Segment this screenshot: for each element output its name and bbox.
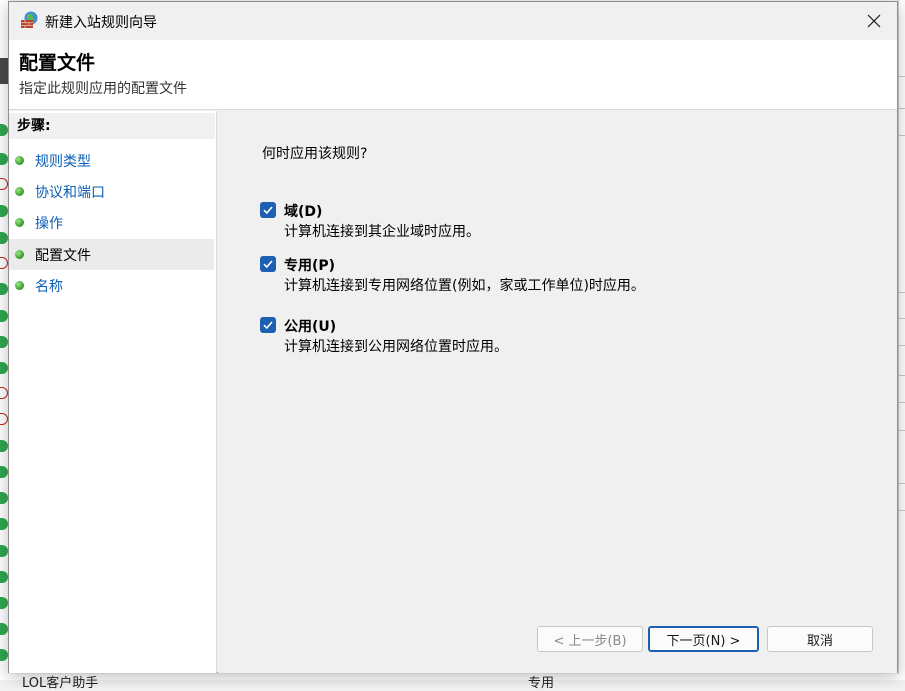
step-complete-icon [15, 218, 24, 227]
question-text: 何时应用该规则? [262, 146, 368, 162]
public-checkbox[interactable] [260, 317, 276, 333]
background-toolbar-strip [0, 58, 8, 84]
domain-checkbox[interactable] [260, 202, 276, 218]
close-button[interactable] [851, 2, 897, 40]
public-option-label[interactable]: 公用(U) [284, 316, 336, 336]
private-option-description: 计算机连接到专用网络位置(例如，家或工作单位)时应用。 [284, 278, 645, 294]
checkmark-icon [263, 206, 273, 215]
window-title: 新建入站规则向导 [45, 15, 157, 31]
step-action[interactable]: 操作 [9, 207, 214, 238]
step-complete-icon [15, 187, 24, 196]
domain-option-label[interactable]: 域(D) [284, 201, 322, 221]
step-profile[interactable]: 配置文件 [9, 239, 214, 270]
step-current-icon [15, 250, 24, 259]
background-list-item-profile: 专用 [528, 676, 555, 691]
step-protocol-and-ports[interactable]: 协议和端口 [9, 176, 214, 207]
step-label: 名称 [35, 279, 63, 295]
step-complete-icon [15, 156, 24, 165]
wizard-header: 配置文件 指定此规则应用的配置文件 [9, 40, 897, 110]
step-label: 配置文件 [35, 248, 91, 264]
wizard-content: 何时应用该规则? 域(D) 计算机连接到其企业域时应用。 专用(P) 计算机连接… [218, 111, 897, 673]
step-label: 操作 [35, 216, 63, 232]
step-label: 规则类型 [35, 154, 91, 170]
background-window-right [898, 0, 905, 680]
firewall-icon [21, 11, 38, 28]
step-pending-icon [15, 281, 24, 290]
checkmark-icon [263, 260, 273, 269]
private-option-label[interactable]: 专用(P) [284, 255, 335, 275]
step-label: 协议和端口 [35, 185, 105, 201]
title-bar[interactable]: 新建入站规则向导 [9, 2, 897, 40]
steps-panel: 步骤: 规则类型 协议和端口 操作 配置文件 名称 [9, 111, 217, 673]
page-title: 配置文件 [19, 52, 96, 74]
checkmark-icon [263, 321, 273, 330]
step-name[interactable]: 名称 [9, 270, 214, 301]
public-option-description: 计算机连接到公用网络位置时应用。 [284, 339, 508, 355]
close-icon [867, 14, 881, 28]
domain-option-description: 计算机连接到其企业域时应用。 [284, 224, 480, 240]
back-button[interactable]: < 上一步(B) [537, 626, 643, 652]
background-list-item-name: LOL客户助手 [22, 676, 99, 691]
steps-heading: 步骤: [9, 113, 215, 139]
next-button[interactable]: 下一页(N) > [648, 626, 759, 652]
page-subtitle: 指定此规则应用的配置文件 [19, 81, 187, 97]
cancel-button[interactable]: 取消 [767, 626, 873, 652]
private-checkbox[interactable] [260, 256, 276, 272]
background-window-bottom [0, 674, 905, 680]
new-inbound-rule-wizard-dialog: 新建入站规则向导 配置文件 指定此规则应用的配置文件 步骤: 规则类型 协议和端… [8, 1, 898, 673]
step-rule-type[interactable]: 规则类型 [9, 145, 214, 176]
